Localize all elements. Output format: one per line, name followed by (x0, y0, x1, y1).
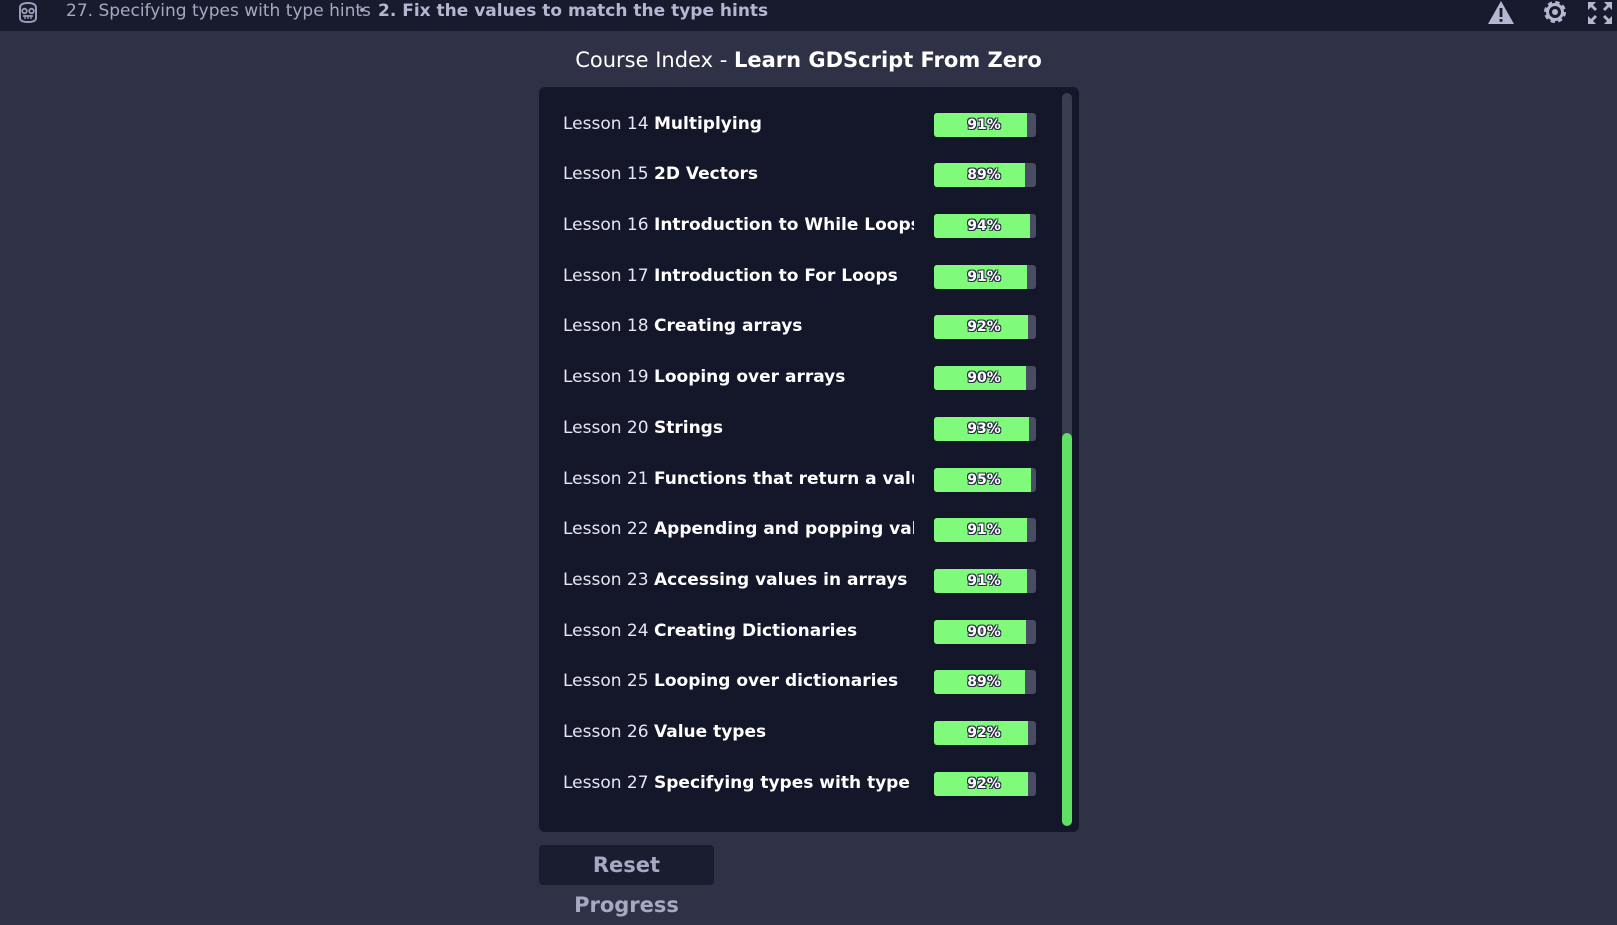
gear-icon[interactable] (1541, 0, 1569, 26)
page-title-prefix: Course Index - (575, 48, 734, 72)
lesson-progress-bar: 92% (934, 315, 1036, 340)
lesson-name: Value types (654, 721, 767, 742)
breadcrumb-separator: • (358, 3, 367, 19)
lesson-progress-bar: 94% (934, 214, 1036, 239)
lesson-row[interactable]: Lesson 27Specifying types with type hint… (539, 758, 1059, 809)
progress-percent: 91% (967, 116, 1001, 133)
scrollbar-thumb[interactable] (1062, 433, 1072, 826)
progress-percent: 94% (967, 218, 1001, 235)
lesson-number: Lesson 27 (563, 772, 649, 793)
lesson-progress-bar: 92% (934, 720, 1036, 745)
lesson-number: Lesson 23 (563, 569, 649, 590)
lesson-number: Lesson 19 (563, 367, 649, 388)
lesson-progress-bar: 91% (934, 264, 1036, 289)
lesson-number: Lesson 16 (563, 215, 649, 236)
scrollbar-track[interactable] (1062, 93, 1072, 826)
lesson-list: Lesson 13 Conditions 94% Lesson 14Multiplyi… (539, 87, 1059, 808)
lesson-name: Creating Dictionaries (654, 620, 858, 641)
lesson-row[interactable]: Lesson 24 Creating Dictionaries 90% (539, 606, 1059, 657)
lesson-progress-bar: 90% (934, 619, 1036, 644)
lesson-row[interactable]: Lesson 19 Looping over arrays 90% (539, 352, 1059, 403)
lesson-name: Multiplying (654, 113, 762, 134)
lesson-name: Accessing values in arrays (654, 569, 908, 590)
course-name: Learn GDScript From Zero (733, 48, 1042, 72)
lesson-row[interactable]: Lesson 14 Multiplying 91% (539, 99, 1059, 150)
lesson-progress-bar: 92% (934, 771, 1036, 796)
progress-percent: 90% (967, 623, 1001, 640)
lesson-name: Looping over arrays (654, 367, 846, 388)
progress-percent: 91% (967, 572, 1001, 589)
breadcrumb-step[interactable]: 2. Fix the values to match the type hint… (378, 0, 768, 24)
lesson-number: Lesson 14 (563, 113, 649, 134)
lesson-number: Lesson 13 (563, 87, 649, 99)
lesson-number: Lesson 24 (563, 620, 649, 641)
lesson-row[interactable]: Lesson 26 Value types 92% (539, 707, 1059, 758)
lesson-name: Creating arrays (654, 316, 803, 337)
lesson-row[interactable]: Lesson 21 Functions that return a value 95… (539, 454, 1059, 505)
progress-percent: 89% (967, 167, 1001, 184)
lesson-number: Lesson 18 (563, 316, 649, 337)
lesson-progress-bar: 91% (934, 568, 1036, 593)
breadcrumb-lesson[interactable]: 27. Specifying types with type hints (66, 0, 371, 24)
reset-progress-button[interactable]: Reset Progress (539, 845, 714, 917)
top-bar: 27. Specifying types with type hints • 2… (0, 0, 1617, 31)
lesson-row[interactable]: Lesson 13Conditions94% (539, 87, 1059, 99)
lesson-row[interactable]: Lesson 20 Strings 93% (539, 403, 1059, 454)
lesson-progress-bar: 89% (934, 670, 1036, 695)
lesson-number: Lesson 17 (563, 265, 649, 286)
lesson-number: Lesson 21 (563, 468, 649, 489)
lesson-name: Conditions (654, 87, 914, 99)
lesson-row[interactable]: Lesson 18 Creating arrays 92% (539, 301, 1059, 352)
lesson-progress-bar: 91% (934, 112, 1036, 137)
progress-percent: 90% (967, 370, 1001, 387)
page-title: Course Index - Learn GDScript From Zero (0, 46, 1617, 74)
lesson-row[interactable]: Lesson 22Appending and popping values f 9… (539, 504, 1059, 555)
progress-percent: 91% (967, 522, 1001, 539)
lesson-name: Functions that return a value (654, 468, 914, 489)
progress-percent: 89% (967, 674, 1001, 691)
progress-percent: 91% (967, 268, 1001, 285)
lesson-row[interactable]: Lesson 16 Introduction to While Loops 94% (539, 200, 1059, 251)
lesson-row[interactable]: Lesson 15 2D Vectors 89% (539, 149, 1059, 200)
progress-percent: 92% (967, 724, 1001, 741)
lesson-name: Looping over dictionaries (654, 671, 899, 692)
lesson-name: Introduction to For Loops (654, 265, 898, 286)
lesson-progress-bar: 93% (934, 416, 1036, 441)
progress-percent: 92% (967, 319, 1001, 336)
lesson-progress-bar: 90% (934, 366, 1036, 391)
lesson-row[interactable]: Lesson 23 Accessing values in arrays 91% (539, 555, 1059, 606)
progress-percent: 92% (967, 775, 1001, 792)
lesson-list-panel[interactable]: Lesson 13 Conditions 94% Lesson 14Multiplyi… (539, 87, 1079, 832)
progress-percent: 95% (967, 471, 1001, 488)
godot-robot-icon[interactable] (16, 0, 40, 24)
lesson-progress-bar: 91% (934, 518, 1036, 543)
lesson-name: Strings (654, 417, 723, 438)
lesson-progress-bar: 95% (934, 467, 1036, 492)
lesson-name: Specifying types with type hints (654, 772, 914, 793)
lesson-number: Lesson 20 (563, 417, 649, 438)
lesson-name: Introduction to While Loops (654, 215, 914, 236)
lesson-row[interactable]: Lesson 25 Looping over dictionaries 89% (539, 656, 1059, 707)
fullscreen-icon[interactable] (1586, 0, 1614, 26)
lesson-number: Lesson 15 (563, 164, 649, 185)
lesson-number: Lesson 22 (563, 519, 649, 540)
lesson-number: Lesson 26 (563, 721, 649, 742)
lesson-progress-bar: 89% (934, 163, 1036, 188)
lesson-row[interactable]: Lesson 17 Introduction to For Loops 91% (539, 251, 1059, 302)
progress-percent: 93% (967, 420, 1001, 437)
lesson-number: Lesson 25 (563, 671, 649, 692)
lesson-name: Appending and popping values f (654, 519, 914, 540)
lesson-name: 2D Vectors (654, 164, 759, 185)
warning-icon[interactable] (1487, 0, 1515, 26)
